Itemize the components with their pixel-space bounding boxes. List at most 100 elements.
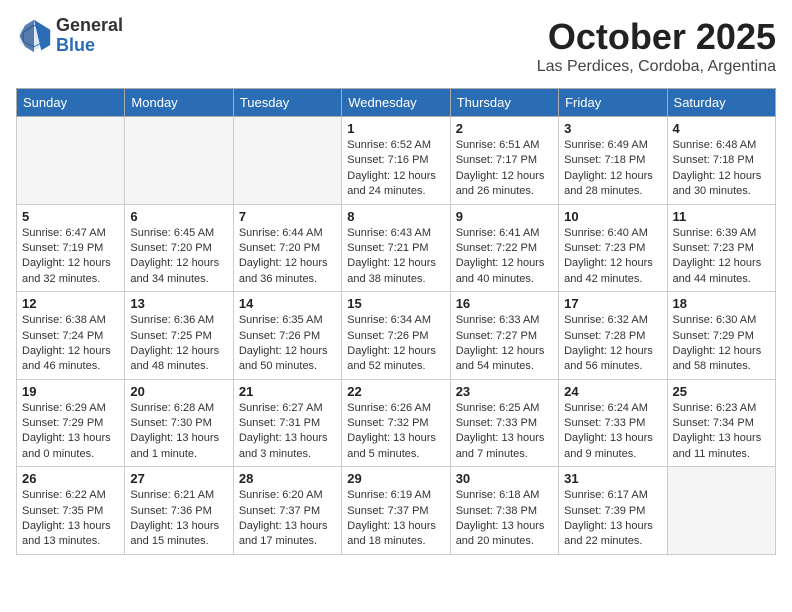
day-info: Sunrise: 6:27 AM Sunset: 7:31 PM Dayligh… — [239, 401, 336, 463]
day-info: Sunrise: 6:28 AM Sunset: 7:30 PM Dayligh… — [130, 401, 227, 463]
day-info: Sunrise: 6:36 AM Sunset: 7:25 PM Dayligh… — [130, 313, 227, 375]
calendar-cell: 14 Sunrise: 6:35 AM Sunset: 7:26 PM Dayli… — [233, 292, 341, 380]
day-header-monday: Monday — [125, 89, 233, 117]
calendar-cell: 31Sunrise: 6:17 AM Sunset: 7:39 PM Dayli… — [559, 467, 667, 555]
logo-icon — [16, 18, 52, 54]
day-info: Sunrise: 6:33 AM Sunset: 7:27 PM Dayligh… — [456, 313, 553, 375]
calendar-cell: 3Sunrise: 6:49 AM Sunset: 7:18 PM Daylig… — [559, 117, 667, 205]
day-number: 5 — [22, 209, 119, 224]
calendar-cell: 21Sunrise: 6:27 AM Sunset: 7:31 PM Dayli… — [233, 379, 341, 467]
day-info: Sunrise: 6:30 AM Sunset: 7:29 PM Dayligh… — [673, 313, 770, 375]
day-header-sunday: Sunday — [17, 89, 125, 117]
day-info: Sunrise: 6:43 AM Sunset: 7:21 PM Dayligh… — [347, 226, 444, 288]
day-info: Sunrise: 6:25 AM Sunset: 7:33 PM Dayligh… — [456, 401, 553, 463]
calendar-cell: 29Sunrise: 6:19 AM Sunset: 7:37 PM Dayli… — [342, 467, 450, 555]
day-number: 8 — [347, 209, 444, 224]
calendar-cell: 2 Sunrise: 6:51 AM Sunset: 7:17 PM Daylig… — [450, 117, 558, 205]
calendar-cell: 22Sunrise: 6:26 AM Sunset: 7:32 PM Dayli… — [342, 379, 450, 467]
calendar-cell: 27 Sunrise: 6:21 AM Sunset: 7:36 PM Dayli… — [125, 467, 233, 555]
day-info: Sunrise: 6:41 AM Sunset: 7:22 PM Dayligh… — [456, 226, 553, 288]
calendar-cell: 19 Sunrise: 6:29 AM Sunset: 7:29 PM Dayli… — [17, 379, 125, 467]
calendar-week-4: 19 Sunrise: 6:29 AM Sunset: 7:29 PM Dayli… — [17, 379, 776, 467]
day-number: 22 — [347, 384, 444, 399]
day-number: 19 — [22, 384, 119, 399]
logo-blue: Blue — [56, 36, 123, 56]
day-header-tuesday: Tuesday — [233, 89, 341, 117]
calendar-cell: 16Sunrise: 6:33 AM Sunset: 7:27 PM Dayli… — [450, 292, 558, 380]
calendar-cell: 7 Sunrise: 6:44 AM Sunset: 7:20 PM Daylig… — [233, 204, 341, 292]
calendar-header-row: SundayMondayTuesdayWednesdayThursdayFrid… — [17, 89, 776, 117]
day-info: Sunrise: 6:21 AM Sunset: 7:36 PM Dayligh… — [130, 488, 227, 550]
day-info: Sunrise: 6:51 AM Sunset: 7:17 PM Dayligh… — [456, 138, 553, 200]
day-info: Sunrise: 6:32 AM Sunset: 7:28 PM Dayligh… — [564, 313, 661, 375]
day-info: Sunrise: 6:18 AM Sunset: 7:38 PM Dayligh… — [456, 488, 553, 550]
calendar-cell: 30 Sunrise: 6:18 AM Sunset: 7:38 PM Dayli… — [450, 467, 558, 555]
day-number: 12 — [22, 296, 119, 311]
calendar-cell: 5 Sunrise: 6:47 AM Sunset: 7:19 PM Daylig… — [17, 204, 125, 292]
calendar-cell — [17, 117, 125, 205]
day-number: 25 — [673, 384, 770, 399]
day-number: 1 — [347, 121, 444, 136]
day-info: Sunrise: 6:47 AM Sunset: 7:19 PM Dayligh… — [22, 226, 119, 288]
logo-general: General — [56, 16, 123, 36]
day-number: 17 — [564, 296, 661, 311]
calendar-week-5: 26Sunrise: 6:22 AM Sunset: 7:35 PM Dayli… — [17, 467, 776, 555]
day-number: 10 — [564, 209, 661, 224]
day-number: 28 — [239, 471, 336, 486]
calendar-cell — [667, 467, 775, 555]
day-number: 18 — [673, 296, 770, 311]
calendar-cell: 11 Sunrise: 6:39 AM Sunset: 7:23 PM Dayli… — [667, 204, 775, 292]
calendar-cell: 25 Sunrise: 6:23 AM Sunset: 7:34 PM Dayli… — [667, 379, 775, 467]
calendar-cell: 26Sunrise: 6:22 AM Sunset: 7:35 PM Dayli… — [17, 467, 125, 555]
day-number: 4 — [673, 121, 770, 136]
day-info: Sunrise: 6:23 AM Sunset: 7:34 PM Dayligh… — [673, 401, 770, 463]
day-info: Sunrise: 6:40 AM Sunset: 7:23 PM Dayligh… — [564, 226, 661, 288]
day-number: 27 — [130, 471, 227, 486]
day-number: 14 — [239, 296, 336, 311]
day-number: 30 — [456, 471, 553, 486]
calendar-cell: 9 Sunrise: 6:41 AM Sunset: 7:22 PM Daylig… — [450, 204, 558, 292]
calendar-cell: 28 Sunrise: 6:20 AM Sunset: 7:37 PM Dayli… — [233, 467, 341, 555]
day-header-wednesday: Wednesday — [342, 89, 450, 117]
logo-text: General Blue — [56, 16, 123, 56]
calendar-week-2: 5 Sunrise: 6:47 AM Sunset: 7:19 PM Daylig… — [17, 204, 776, 292]
day-number: 2 — [456, 121, 553, 136]
calendar-cell: 8 Sunrise: 6:43 AM Sunset: 7:21 PM Daylig… — [342, 204, 450, 292]
day-info: Sunrise: 6:17 AM Sunset: 7:39 PM Dayligh… — [564, 488, 661, 550]
day-info: Sunrise: 6:44 AM Sunset: 7:20 PM Dayligh… — [239, 226, 336, 288]
day-info: Sunrise: 6:48 AM Sunset: 7:18 PM Dayligh… — [673, 138, 770, 200]
day-info: Sunrise: 6:20 AM Sunset: 7:37 PM Dayligh… — [239, 488, 336, 550]
day-number: 7 — [239, 209, 336, 224]
month-title: October 2025 — [537, 16, 776, 58]
calendar-cell: 12Sunrise: 6:38 AM Sunset: 7:24 PM Dayli… — [17, 292, 125, 380]
calendar-table: SundayMondayTuesdayWednesdayThursdayFrid… — [16, 88, 776, 555]
day-info: Sunrise: 6:45 AM Sunset: 7:20 PM Dayligh… — [130, 226, 227, 288]
calendar-cell: 4 Sunrise: 6:48 AM Sunset: 7:18 PM Daylig… — [667, 117, 775, 205]
location-title: Las Perdices, Cordoba, Argentina — [537, 58, 776, 76]
day-info: Sunrise: 6:29 AM Sunset: 7:29 PM Dayligh… — [22, 401, 119, 463]
calendar-cell: 18 Sunrise: 6:30 AM Sunset: 7:29 PM Dayli… — [667, 292, 775, 380]
day-info: Sunrise: 6:35 AM Sunset: 7:26 PM Dayligh… — [239, 313, 336, 375]
calendar-cell — [125, 117, 233, 205]
day-number: 24 — [564, 384, 661, 399]
day-number: 13 — [130, 296, 227, 311]
day-number: 20 — [130, 384, 227, 399]
day-header-thursday: Thursday — [450, 89, 558, 117]
calendar-cell: 15Sunrise: 6:34 AM Sunset: 7:26 PM Dayli… — [342, 292, 450, 380]
day-info: Sunrise: 6:39 AM Sunset: 7:23 PM Dayligh… — [673, 226, 770, 288]
calendar-cell: 20 Sunrise: 6:28 AM Sunset: 7:30 PM Dayli… — [125, 379, 233, 467]
calendar-cell: 24 Sunrise: 6:24 AM Sunset: 7:33 PM Dayli… — [559, 379, 667, 467]
calendar-week-3: 12Sunrise: 6:38 AM Sunset: 7:24 PM Dayli… — [17, 292, 776, 380]
calendar-cell: 1 Sunrise: 6:52 AM Sunset: 7:16 PM Daylig… — [342, 117, 450, 205]
calendar-cell: 17 Sunrise: 6:32 AM Sunset: 7:28 PM Dayli… — [559, 292, 667, 380]
day-number: 9 — [456, 209, 553, 224]
day-info: Sunrise: 6:52 AM Sunset: 7:16 PM Dayligh… — [347, 138, 444, 200]
day-info: Sunrise: 6:24 AM Sunset: 7:33 PM Dayligh… — [564, 401, 661, 463]
day-number: 11 — [673, 209, 770, 224]
page-header: General Blue October 2025 Las Perdices, … — [16, 16, 776, 76]
day-number: 26 — [22, 471, 119, 486]
day-info: Sunrise: 6:34 AM Sunset: 7:26 PM Dayligh… — [347, 313, 444, 375]
day-info: Sunrise: 6:19 AM Sunset: 7:37 PM Dayligh… — [347, 488, 444, 550]
day-number: 23 — [456, 384, 553, 399]
day-number: 6 — [130, 209, 227, 224]
